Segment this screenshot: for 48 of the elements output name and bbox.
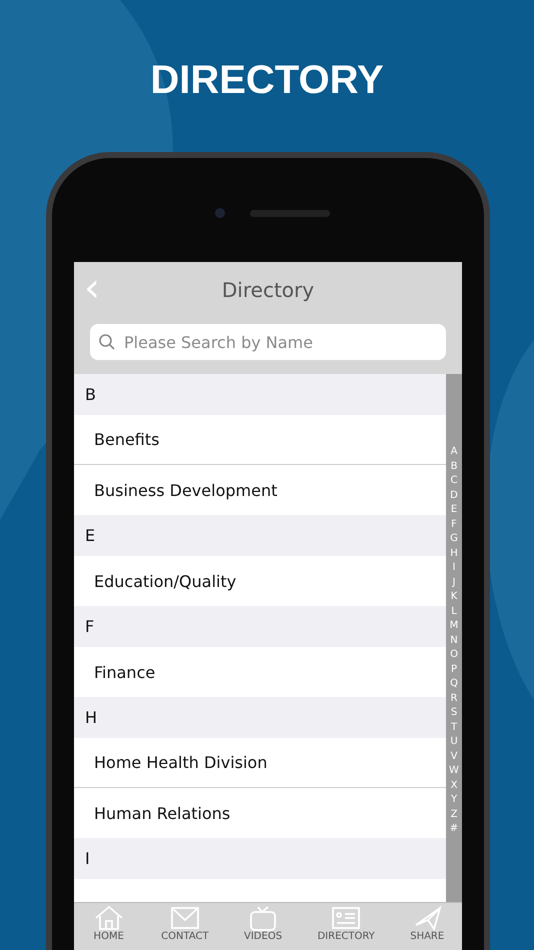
index-letter[interactable]: E	[450, 503, 458, 518]
section-letter: I	[85, 849, 90, 868]
tab-item[interactable]: DIRECTORY	[317, 903, 375, 950]
page-headline: DIRECTORY	[149, 57, 385, 104]
back-button[interactable]: ‹	[78, 268, 106, 308]
index-letter[interactable]: V	[450, 750, 458, 764]
index-letter[interactable]: O	[450, 648, 458, 662]
index-letter[interactable]: A	[450, 445, 458, 460]
tab-item[interactable]: CONTACT	[161, 903, 209, 950]
search-icon	[98, 333, 116, 351]
index-letter[interactable]: S	[450, 706, 458, 720]
tab-item[interactable]: SHARE	[410, 903, 444, 950]
index-letter[interactable]: X	[450, 778, 458, 793]
index-letter[interactable]: G	[450, 532, 458, 546]
index-letter[interactable]: M	[450, 619, 458, 634]
department-row[interactable]: Business Development	[74, 465, 446, 515]
index-letter[interactable]: C	[450, 474, 458, 488]
section-letter: F	[85, 617, 94, 636]
index-letter[interactable]: J	[452, 576, 456, 590]
index-letter[interactable]: U	[450, 735, 458, 750]
index-letter[interactable]: B	[450, 460, 458, 474]
department-row[interactable]: Human Relations	[74, 788, 446, 838]
screen-title: Directory	[222, 278, 314, 302]
department-row[interactable]: Finance	[74, 647, 446, 697]
section-letter: E	[85, 526, 96, 545]
speaker-icon	[250, 210, 330, 217]
section-letter: H	[85, 708, 98, 727]
index-letter[interactable]: F	[451, 518, 457, 532]
index-letter[interactable]: T	[450, 720, 458, 735]
camera-icon	[215, 208, 225, 218]
index-letter[interactable]: D	[450, 488, 458, 503]
index-letter[interactable]: K	[450, 590, 458, 604]
index-letter[interactable]: Z	[450, 808, 458, 822]
index-letter[interactable]: Q	[450, 677, 458, 692]
department-row[interactable]: Education/Quality	[74, 556, 446, 606]
index-letter[interactable]: R	[450, 692, 458, 706]
index-letter[interactable]: #	[450, 822, 458, 836]
section-letter: B	[85, 385, 96, 404]
index-letter[interactable]: I	[452, 561, 456, 576]
index-letter[interactable]: N	[450, 634, 458, 648]
index-letter[interactable]: P	[450, 662, 458, 677]
index-letter[interactable]: H	[450, 546, 458, 561]
tab-item[interactable]: HOME	[92, 903, 126, 950]
tab-item[interactable]: VIDEOS	[244, 903, 282, 950]
index-letter[interactable]: Y	[450, 793, 458, 808]
index-letter[interactable]: W	[449, 764, 459, 778]
index-letter[interactable]: L	[451, 604, 457, 619]
search-bar[interactable]: Please Search by Name	[90, 324, 446, 360]
